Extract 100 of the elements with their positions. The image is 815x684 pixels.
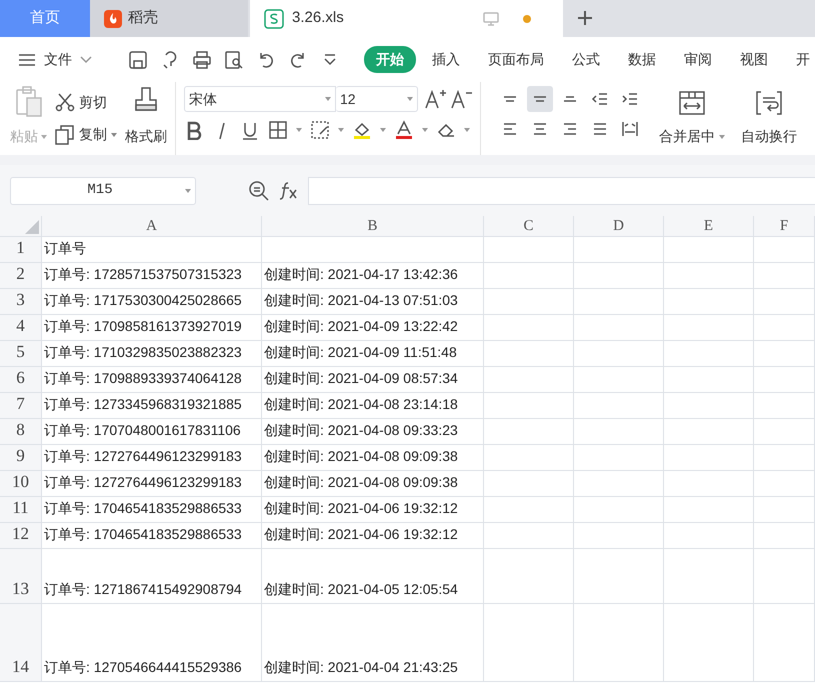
menu-icon (18, 52, 36, 66)
monitor-icon (483, 12, 499, 26)
formula-field[interactable] (308, 176, 815, 204)
caret-icon (338, 128, 344, 132)
table-cell (754, 367, 815, 393)
save-icon[interactable] (128, 50, 148, 70)
merge-center-button[interactable]: 合并居中 (659, 86, 725, 155)
table-cell (754, 445, 815, 471)
table-cell: 创建时间: 2021-04-09 13:22:42 (262, 315, 484, 341)
table-cell: 订单号: 1710329835023882323 (42, 341, 262, 367)
ribbon-tab[interactable]: 插入 (420, 46, 472, 73)
row-header[interactable]: 11 (0, 497, 42, 523)
file-menu[interactable]: 文件 (14, 46, 104, 73)
add-tab-icon[interactable] (577, 10, 593, 26)
table-cell: 创建时间: 2021-04-09 08:57:34 (262, 367, 484, 393)
cut-button[interactable]: 剪切 (55, 92, 117, 113)
table-cell: 创建时间: 2021-04-06 19:32:12 (262, 523, 484, 549)
align-middle-button[interactable] (527, 86, 553, 112)
name-box[interactable]: M15 (10, 176, 196, 204)
row-header[interactable]: 9 (0, 445, 42, 471)
table-cell: 订单号: 1270546644415529386 (42, 604, 262, 682)
row-header[interactable]: 8 (0, 419, 42, 445)
unsaved-dot (523, 14, 531, 22)
row-header[interactable]: 14 (0, 604, 42, 682)
caret-icon (111, 132, 117, 137)
table-cell: 创建时间: 2021-04-13 07:51:03 (262, 289, 484, 315)
table-cell: 创建时间: 2021-04-17 13:42:36 (262, 263, 484, 289)
table-cell: 订单号 (42, 237, 262, 263)
grow-font-icon[interactable] (424, 88, 446, 110)
table-cell: 订单号: 1704654183529886533 (42, 523, 262, 549)
ribbon-tab[interactable]: 公式 (560, 46, 612, 73)
column-header[interactable]: E (664, 216, 754, 237)
ribbon-tab[interactable]: 视图 (728, 46, 780, 73)
table-cell (754, 237, 815, 263)
caret-icon (380, 128, 386, 132)
table-cell: 订单号: 1272764496123299183 (42, 471, 262, 497)
table-cell (754, 289, 815, 315)
cell-format-icon[interactable] (310, 120, 330, 140)
column-header[interactable]: F (754, 216, 815, 237)
table-cell: 订单号: 1728571537507315323 (42, 263, 262, 289)
table-cell (754, 419, 815, 445)
wrap-text-icon (755, 90, 783, 116)
ribbon-tab[interactable]: 页面布局 (476, 46, 556, 73)
table-cell: 创建时间: 2021-04-09 11:51:48 (262, 341, 484, 367)
row-header[interactable]: 3 (0, 289, 42, 315)
triangle-icon (25, 220, 39, 234)
flame-icon (104, 10, 122, 28)
caret-icon (464, 128, 470, 132)
fill-color-icon[interactable] (352, 120, 372, 140)
caret-icon (719, 134, 725, 138)
copy-icon (55, 124, 75, 145)
row-header[interactable]: 2 (0, 263, 42, 289)
align-bottom-icon (563, 96, 577, 102)
table-cell: 创建时间: 2021-04-04 21:43:25 (262, 604, 484, 682)
table-cell: 创建时间: 2021-04-08 09:33:23 (262, 419, 484, 445)
ribbon-tab[interactable]: 数据 (616, 46, 668, 73)
row-header[interactable]: 5 (0, 341, 42, 367)
caret-icon (185, 188, 191, 192)
table-cell (754, 393, 815, 419)
table-cell (754, 549, 815, 604)
font-color-icon[interactable] (394, 120, 414, 140)
borders-icon[interactable] (268, 120, 288, 140)
row-header[interactable]: 13 (0, 549, 42, 604)
distribute-icon (621, 120, 639, 138)
tab[interactable]: 3.26.xls (250, 0, 563, 37)
table-cell (754, 263, 815, 289)
underline-icon[interactable] (240, 120, 260, 140)
column-header[interactable]: C (484, 216, 574, 237)
wrap-text-button[interactable]: 自动换行 (741, 86, 797, 155)
ribbon-tab[interactable]: 开 (784, 46, 815, 73)
zoom-icon[interactable] (248, 180, 270, 202)
print-preview-icon[interactable] (224, 50, 244, 70)
format-painter-button[interactable]: 格式刷 (125, 82, 167, 155)
column-header[interactable]: B (262, 216, 484, 237)
table-cell: 订单号: 1709858161373927019 (42, 315, 262, 341)
row-header[interactable]: 4 (0, 315, 42, 341)
copy-button[interactable]: 复制 (55, 124, 117, 146)
column-header[interactable]: D (574, 216, 664, 237)
row-header[interactable]: 7 (0, 393, 42, 419)
align-middle-icon (533, 96, 547, 102)
caret-icon (296, 128, 302, 132)
shrink-font-icon[interactable] (450, 88, 472, 110)
font-field[interactable]: 宋体 (184, 86, 336, 112)
row-header[interactable]: 10 (0, 471, 42, 497)
column-header[interactable]: A (42, 216, 262, 237)
row-header[interactable]: 12 (0, 523, 42, 549)
ribbon-tab[interactable]: 审阅 (672, 46, 724, 73)
print-icon[interactable] (192, 50, 212, 70)
row-header[interactable]: 6 (0, 367, 42, 393)
table-cell: 订单号: 1707048001617831106 (42, 419, 262, 445)
table-cell: 订单号: 1271867415492908794 (42, 549, 262, 604)
caret-icon (422, 128, 428, 132)
row-header[interactable]: 1 (0, 237, 42, 263)
tab[interactable]: 稻壳 (90, 0, 248, 37)
table-cell: 创建时间: 2021-04-08 23:14:18 (262, 393, 484, 419)
caret-icon (325, 97, 331, 101)
merge-cells-icon (678, 90, 706, 116)
font-size-field[interactable]: 12 (336, 86, 418, 112)
table-cell (754, 523, 815, 549)
table-cell: 创建时间: 2021-04-08 09:09:38 (262, 471, 484, 497)
